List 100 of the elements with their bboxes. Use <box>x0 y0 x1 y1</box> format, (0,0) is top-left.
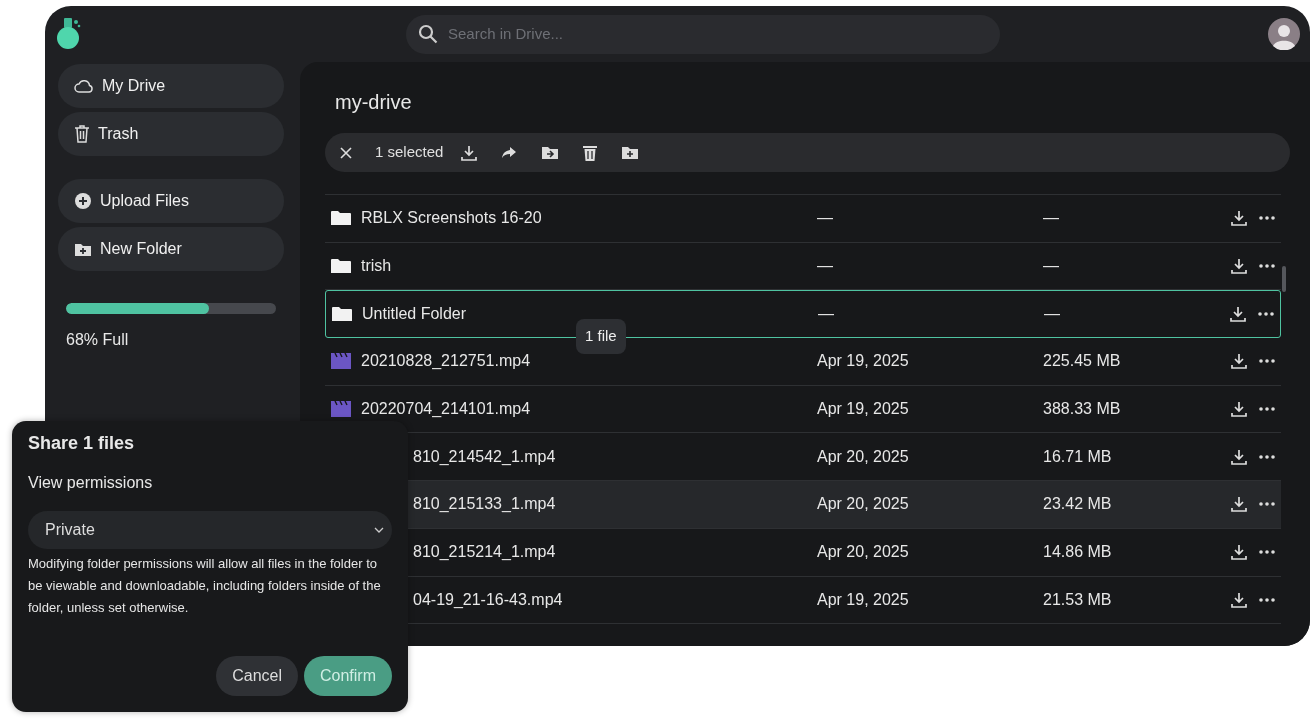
search-icon <box>418 24 438 44</box>
download-icon <box>1231 401 1247 418</box>
scrollbar-thumb[interactable] <box>1282 266 1286 292</box>
dialog-title: Share 1 files <box>28 433 136 455</box>
download-icon <box>1231 544 1247 561</box>
trash-icon <box>583 144 598 161</box>
file-name: RBLX Screenshots 16-20 <box>361 208 542 229</box>
download-button[interactable] <box>1231 401 1247 418</box>
more-icon <box>1259 597 1275 602</box>
modified-date: Apr 19, 2025 <box>817 351 910 372</box>
download-icon <box>1231 258 1247 275</box>
file-row[interactable]: trish — — <box>325 242 1281 291</box>
folder-icon <box>331 258 351 275</box>
download-icon <box>1230 306 1246 323</box>
file-row[interactable]: RBLX Screenshots 16-20 — — <box>325 195 1281 243</box>
field-label: View permissions <box>28 472 154 493</box>
modified-date: Apr 20, 2025 <box>817 542 910 563</box>
more-button[interactable] <box>1259 216 1275 221</box>
more-icon <box>1259 407 1275 412</box>
cloud-icon <box>74 78 94 94</box>
more-icon <box>1259 550 1275 555</box>
cancel-button[interactable]: Cancel <box>216 656 298 696</box>
file-row[interactable]: 04-19_21-16-43.mp4 Apr 19, 2025 21.53 MB <box>407 576 1281 625</box>
permission-select[interactable]: Private <box>28 510 392 549</box>
more-button[interactable] <box>1259 550 1275 555</box>
file-size: — <box>1043 256 1060 277</box>
file-name: Untitled Folder <box>362 304 467 325</box>
more-icon <box>1258 312 1274 317</box>
modified-date: — <box>818 304 835 325</box>
sidebar-item[interactable]: My Drive <box>58 64 284 108</box>
search-field[interactable]: Search in Drive... <box>446 21 988 47</box>
clapperboard-icon <box>331 401 351 418</box>
folder-plus-icon <box>74 241 92 257</box>
file-row[interactable]: 810_215214_1.mp4 Apr 20, 2025 14.86 MB <box>407 528 1281 577</box>
file-name: trish <box>361 256 392 277</box>
file-name: 04-19_21-16-43.mp4 <box>413 589 563 610</box>
modified-date: Apr 20, 2025 <box>817 446 910 467</box>
trash-icon <box>74 125 90 143</box>
file-name: 810_214542_1.mp4 <box>413 446 556 467</box>
more-icon <box>1259 359 1275 364</box>
chevron-down-icon <box>374 526 384 533</box>
folder-plus-icon <box>621 145 640 160</box>
download-button[interactable] <box>1231 353 1247 370</box>
folder-icon <box>332 306 352 323</box>
file-name: 20210828_212751.mp4 <box>361 351 531 372</box>
file-row[interactable]: 810_215133_1.mp4 Apr 20, 2025 23.42 MB <box>407 481 1281 529</box>
flask-logo <box>55 17 81 51</box>
file-name: 20220704_214101.mp4 <box>361 399 531 420</box>
more-button[interactable] <box>1259 502 1275 507</box>
sidebar-item[interactable]: Upload Files <box>58 179 284 223</box>
file-size: 23.42 MB <box>1043 494 1113 515</box>
avatar[interactable] <box>1268 18 1300 50</box>
folder-arrow-icon <box>541 145 560 160</box>
download-button[interactable] <box>1231 210 1247 227</box>
download-button[interactable] <box>1231 258 1247 275</box>
file-size: — <box>1043 208 1060 229</box>
file-size: 14.86 MB <box>1043 542 1113 563</box>
folder-title: my-drive <box>335 90 413 115</box>
more-button[interactable] <box>1259 264 1275 269</box>
tooltip: 1 file <box>576 319 626 354</box>
file-name: 810_215214_1.mp4 <box>413 542 556 563</box>
more-button[interactable] <box>1258 312 1274 317</box>
file-size: 21.53 MB <box>1043 589 1113 610</box>
sidebar-item[interactable]: Trash <box>58 112 284 156</box>
download-icon <box>1231 448 1247 465</box>
more-button[interactable] <box>1259 454 1275 459</box>
more-button[interactable] <box>1259 407 1275 412</box>
help-text: Modifying folder permissions will allow all files in the folder to be viewable and downloadable, including folders inside of the folder, unless set otherwise. <box>28 554 382 617</box>
storage-label: 68% Full <box>66 330 130 350</box>
modified-date: Apr 20, 2025 <box>817 494 910 515</box>
selection-count: 1 selected <box>375 142 444 163</box>
more-icon <box>1259 454 1275 459</box>
download-button[interactable] <box>1231 591 1247 608</box>
modified-date: — <box>817 208 834 229</box>
download-icon <box>461 144 478 161</box>
download-button[interactable] <box>1231 448 1247 465</box>
search-bar[interactable]: Search in Drive... <box>406 14 1000 54</box>
close-icon <box>339 145 353 160</box>
more-button[interactable] <box>1259 359 1275 364</box>
modified-date: Apr 19, 2025 <box>817 589 910 610</box>
more-icon <box>1259 264 1275 269</box>
share-arrow-icon <box>501 145 518 160</box>
modified-date: — <box>817 256 834 277</box>
download-icon <box>1231 591 1247 608</box>
file-name: 810_215133_1.mp4 <box>413 494 556 515</box>
modified-date: Apr 19, 2025 <box>817 399 910 420</box>
plus-circle-icon <box>74 192 92 210</box>
more-button[interactable] <box>1259 597 1275 602</box>
download-button[interactable] <box>1231 496 1247 513</box>
sidebar-item[interactable]: New Folder <box>58 227 284 271</box>
more-icon <box>1259 502 1275 507</box>
file-size: 388.33 MB <box>1043 399 1122 420</box>
more-icon <box>1259 216 1275 221</box>
download-button[interactable] <box>1230 306 1246 323</box>
file-size: 225.45 MB <box>1043 351 1122 372</box>
file-size: — <box>1044 304 1061 325</box>
folder-icon <box>331 210 351 227</box>
download-icon <box>1231 496 1247 513</box>
download-button[interactable] <box>1231 544 1247 561</box>
clapperboard-icon <box>331 353 351 370</box>
